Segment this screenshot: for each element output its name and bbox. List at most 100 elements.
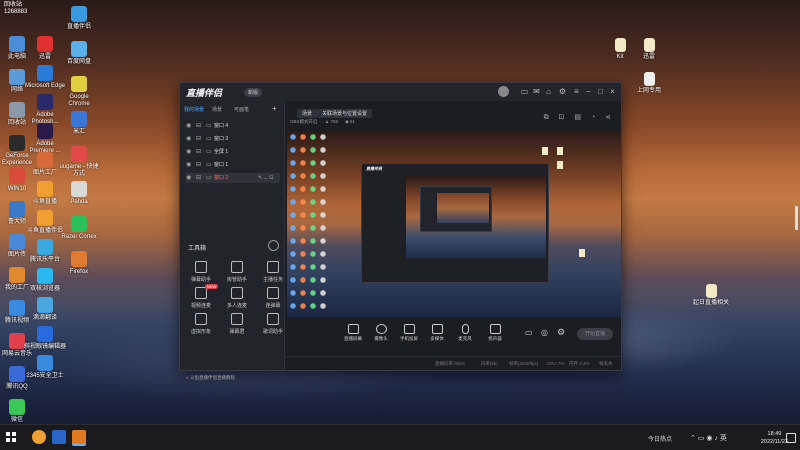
file-icon: [643, 38, 655, 52]
lock-icon[interactable]: ⊟: [196, 147, 201, 157]
tool-button[interactable]: 多人连麦: [222, 287, 252, 309]
desktop-icon[interactable]: 2345安全卫士: [24, 355, 66, 380]
screen-capture-button[interactable]: 直播屏幕: [341, 324, 365, 342]
tab-my-scenes[interactable]: 我的场景: [184, 106, 204, 113]
play-icon: [431, 324, 443, 334]
effects-icon[interactable]: ◎: [541, 328, 548, 337]
record-icon[interactable]: ▭: [525, 328, 533, 337]
settings-gear-icon[interactable]: ⚙: [557, 327, 565, 338]
desktop-icon[interactable]: 斜视眼镜编辑器: [24, 326, 66, 351]
desktop-icon[interactable]: Panda: [58, 181, 100, 206]
eye-icon[interactable]: ◉: [186, 121, 191, 131]
desktop-icon[interactable]: Google Chrome: [58, 76, 100, 108]
tool-icon: [195, 287, 207, 299]
scene-chip[interactable]: 场景: [297, 109, 318, 118]
scene-settings-chip[interactable]: 关联场景与位置设置: [317, 109, 373, 118]
scene-item[interactable]: ◉ ⊟ ▭ 窗口 1: [186, 160, 280, 170]
eye-icon[interactable]: ◉: [186, 134, 191, 144]
app-icon: [37, 123, 53, 139]
phone-icon: [403, 324, 415, 334]
nested-preview: [406, 176, 546, 258]
tool-button[interactable]: 弹幕君: [222, 313, 252, 335]
desktop-icon-qiri[interactable]: 起日直播相关: [690, 284, 732, 307]
desktop-icon-xunlei[interactable]: 迅雷: [628, 38, 670, 61]
message-icon[interactable]: ▭: [520, 87, 529, 96]
tool-button[interactable]: 视频连麦 NEW: [186, 284, 219, 309]
maximize-icon[interactable]: □: [596, 87, 605, 96]
lock-icon[interactable]: ⊡: [559, 114, 565, 121]
scene-edit-icons[interactable]: ✎ ⌄ ⊡: [258, 173, 273, 183]
eye-icon[interactable]: ◉: [186, 160, 191, 170]
speaker-button[interactable]: 扬声器: [483, 324, 507, 342]
tool-button[interactable]: 连弹幕: [258, 287, 288, 309]
tray-icons[interactable]: ⌃ ▭ ◉ ♪ 英: [690, 433, 727, 443]
tool-button[interactable]: 房管助手: [222, 261, 252, 283]
share-network-icon[interactable]: ⋖: [605, 114, 611, 121]
taskbar-app-douyu-icon[interactable]: [32, 430, 46, 444]
tool-button[interactable]: 歌词助手: [258, 313, 288, 335]
scene-item[interactable]: ◉ ⊟ ▭ 窗口 3: [186, 134, 280, 144]
close-icon[interactable]: ×: [608, 87, 617, 96]
app-icon: [9, 102, 25, 118]
clock[interactable]: 18:49 2022/11/23: [761, 430, 788, 446]
avatar[interactable]: [498, 86, 509, 97]
tool-icon: [267, 287, 279, 299]
minimize-icon[interactable]: −: [584, 87, 593, 96]
taskbar-app-live-companion-icon[interactable]: [72, 430, 86, 444]
share-icon[interactable]: ⧉: [544, 114, 549, 121]
lock-icon[interactable]: ⊟: [196, 160, 201, 170]
scene-item[interactable]: ◉ ⊟ ▭ 全屏 1: [186, 147, 280, 157]
desktop-icon-shangwang[interactable]: 上网专用: [628, 72, 670, 95]
add-scene-icon[interactable]: +: [272, 104, 277, 113]
desktop-icon[interactable]: uugame - 快捷方式: [58, 146, 100, 178]
lock-icon[interactable]: ⊟: [196, 173, 201, 183]
weather-widget[interactable]: 今日热点: [648, 434, 672, 443]
phone-cast-button[interactable]: 手机投屏: [397, 324, 421, 342]
tool-icon: [231, 287, 243, 299]
tool-button[interactable]: 弹幕助手: [186, 261, 216, 283]
settings-icon[interactable]: ⚙: [558, 87, 567, 96]
status-bar: 直播码率 0kb/s 码率(kb) 帧率(30/30fps) CPU 7% 内存…: [285, 356, 621, 371]
camera-icon: [375, 324, 387, 334]
app-icon: [9, 36, 25, 52]
tool-button[interactable]: 虚拟形象: [186, 313, 216, 335]
preview-file-icon: [557, 147, 563, 155]
start-icon[interactable]: [6, 432, 16, 442]
desktop-icon[interactable]: 滴滴翻译: [24, 297, 66, 322]
start-live-button[interactable]: 开始直播: [577, 328, 613, 340]
stream-preview[interactable]: 直播伴侣: [287, 131, 621, 317]
app-icon: [71, 6, 87, 22]
tab-brush[interactable]: 可画笔: [234, 106, 249, 113]
toolbox-settings-icon[interactable]: [268, 240, 279, 251]
eye-icon[interactable]: ◉: [186, 147, 191, 157]
app-icon: [9, 366, 25, 382]
desktop-icon[interactable]: Razer Cortex: [58, 216, 100, 241]
mail-icon[interactable]: ✉: [532, 87, 541, 96]
desktop-icon[interactable]: 米汇: [58, 111, 100, 136]
lock-icon[interactable]: ⊟: [196, 121, 201, 131]
version-badge[interactable]: 新版: [244, 88, 263, 97]
menu-icon[interactable]: ≡: [572, 87, 581, 96]
desktop-icon[interactable]: Firefox: [58, 251, 100, 276]
desktop-icon[interactable]: 直播伴侣: [58, 6, 100, 31]
tool-button[interactable]: 主播任务: [258, 261, 288, 283]
tab-scenes[interactable]: 场景: [212, 106, 222, 113]
tool-icon: [231, 313, 243, 325]
gift-icon[interactable]: ⌂: [544, 87, 553, 96]
eye-icon[interactable]: ◉: [186, 173, 191, 183]
bell-icon[interactable]: ◔: [591, 114, 595, 121]
app-icon: [9, 300, 25, 316]
desktop-icon[interactable]: 百度网盘: [58, 41, 100, 66]
taskbar-app-file-icon[interactable]: [52, 430, 66, 444]
layout-icon[interactable]: ▤: [574, 114, 581, 121]
recycle-bin-label: 回收站 1268883: [4, 2, 28, 15]
microphone-button[interactable]: 麦克风: [453, 324, 477, 342]
scene-item[interactable]: ◉ ⊟ ▭ 窗口 2 ✎ ⌄ ⊡: [186, 173, 280, 183]
notification-icon[interactable]: [786, 433, 796, 443]
tutorial-link[interactable]: ● 斗鱼直播伴侣直播教程: [186, 375, 235, 381]
desktop-icon[interactable]: 微信: [0, 399, 38, 424]
media-button[interactable]: 多媒体: [425, 324, 449, 342]
scene-item[interactable]: ◉ ⊟ ▭ 窗口 4: [186, 121, 280, 131]
lock-icon[interactable]: ⊟: [196, 134, 201, 144]
camera-button[interactable]: 摄像头: [369, 324, 393, 342]
